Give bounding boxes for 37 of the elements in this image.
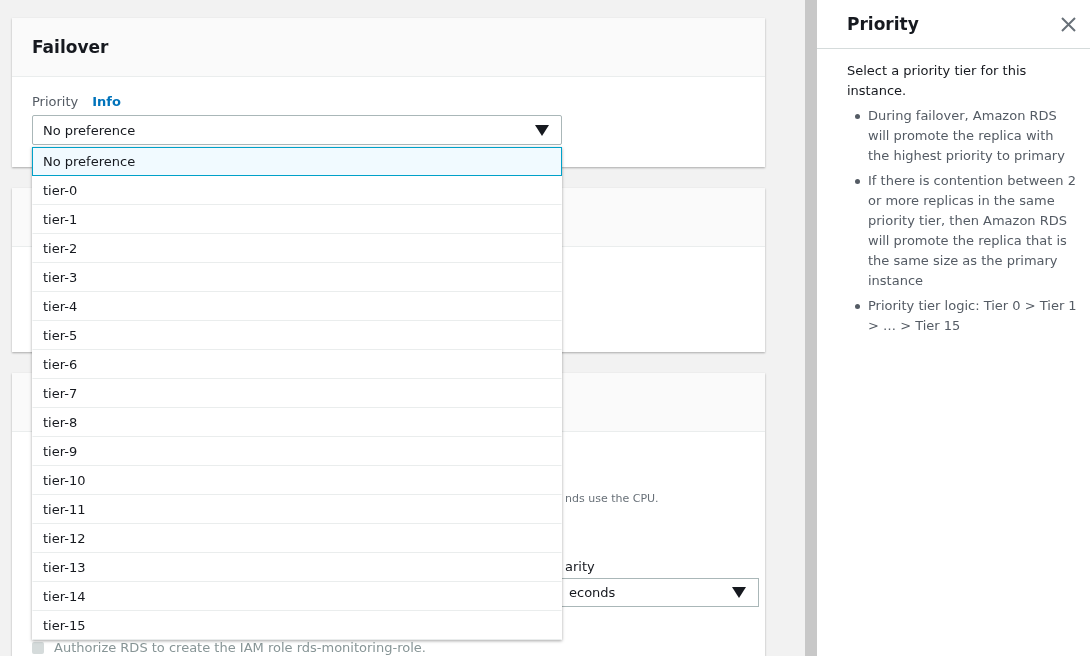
priority-select[interactable]: No preference bbox=[32, 115, 562, 145]
dropdown-option[interactable]: tier-6 bbox=[32, 350, 562, 379]
bullet-text: If there is contention between 2 or more replicas in the same priority tier, then Amazon RDS will promote the replica that is the same size as the primary instance bbox=[868, 172, 1077, 290]
dropdown-option[interactable]: tier-2 bbox=[32, 234, 562, 263]
granularity-select[interactable]: econds bbox=[559, 578, 759, 607]
dropdown-option[interactable]: tier-15 bbox=[32, 611, 562, 640]
dropdown-option[interactable]: tier-13 bbox=[32, 553, 562, 582]
help-text: Select a priority tier for this instance. bbox=[847, 62, 1028, 100]
field-label: Priority bbox=[32, 94, 79, 109]
dropdown-option[interactable]: tier-1 bbox=[32, 205, 562, 234]
checkbox-label: Authorize RDS to create the IAM role rds-monitoring-role. bbox=[54, 640, 426, 655]
dropdown-option[interactable]: tier-7 bbox=[32, 379, 562, 408]
dropdown-option[interactable]: tier-10 bbox=[32, 466, 562, 495]
dropdown-option[interactable]: No preference bbox=[32, 147, 562, 176]
dropdown-option[interactable]: tier-12 bbox=[32, 524, 562, 553]
dropdown-option[interactable]: tier-5 bbox=[32, 321, 562, 350]
panel-splitter[interactable] bbox=[805, 0, 817, 656]
panel-title: Priority bbox=[847, 14, 919, 34]
info-link[interactable]: Info bbox=[92, 94, 121, 109]
close-button[interactable] bbox=[1061, 16, 1076, 32]
dropdown-option[interactable]: tier-4 bbox=[32, 292, 562, 321]
caret-icon bbox=[732, 587, 746, 598]
bullet-icon bbox=[855, 114, 860, 119]
dropdown-option[interactable]: tier-3 bbox=[32, 263, 562, 292]
bullet-text: During failover, Amazon RDS will promote the replica with the highest priority to primary bbox=[868, 107, 1066, 165]
dropdown-option[interactable]: tier-11 bbox=[32, 495, 562, 524]
dropdown-option[interactable]: tier-0 bbox=[32, 176, 562, 205]
help-text: nds use the CPU. bbox=[565, 492, 659, 505]
bullet-icon bbox=[855, 179, 860, 184]
card-title: Failover bbox=[32, 37, 109, 57]
dropdown-option[interactable]: tier-9 bbox=[32, 437, 562, 466]
bullet-icon bbox=[855, 304, 860, 309]
dropdown-option[interactable]: tier-8 bbox=[32, 408, 562, 437]
field-label: arity bbox=[565, 559, 595, 574]
dropdown-option[interactable]: tier-14 bbox=[32, 582, 562, 611]
bullet-text: Priority tier logic: Tier 0 > Tier 1 > … > Tier 15 bbox=[868, 297, 1078, 335]
caret-icon bbox=[535, 124, 549, 136]
